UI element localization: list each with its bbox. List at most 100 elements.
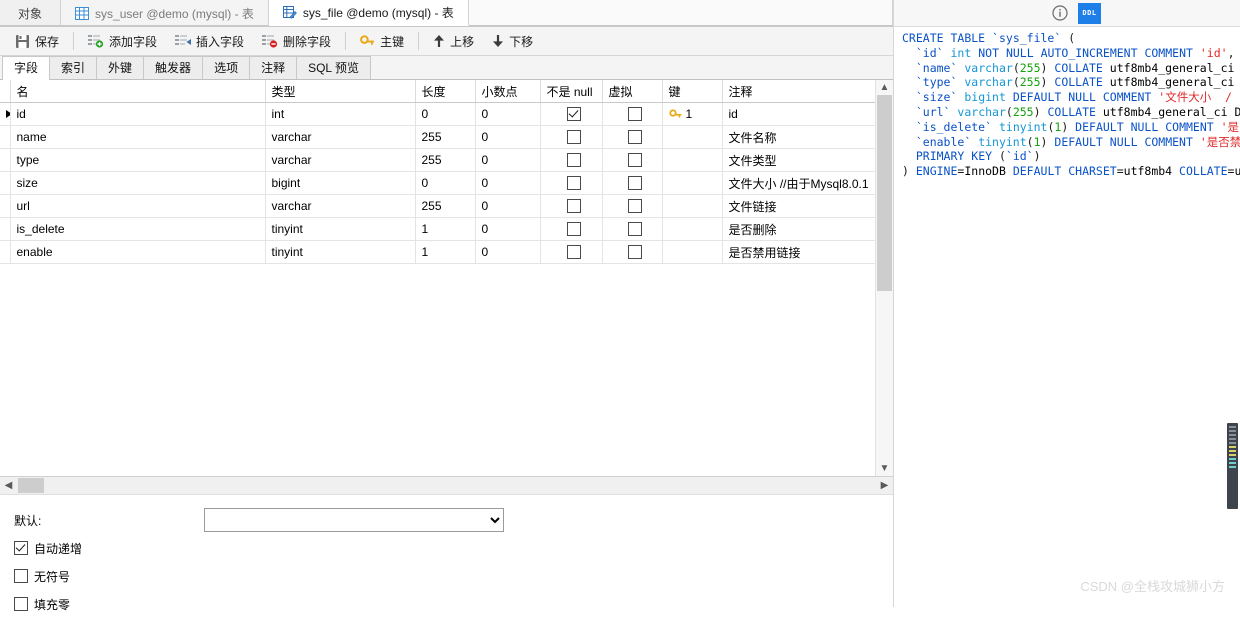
tab-options[interactable]: 选项 (202, 56, 251, 79)
cell-type[interactable]: bigint (265, 171, 416, 195)
cell-not-null[interactable] (540, 125, 603, 149)
cell-length[interactable]: 255 (415, 194, 476, 218)
grid-vscroll-thumb[interactable] (877, 95, 892, 291)
cell-key[interactable]: 1 (662, 102, 723, 126)
cell-length[interactable]: 1 (415, 240, 476, 264)
grid-horizontal-scrollbar[interactable]: ◀ ▶ (0, 477, 893, 495)
header-virtual[interactable]: 虚拟 (602, 80, 663, 103)
cell-not-null[interactable] (540, 240, 603, 264)
table-row[interactable]: url varchar 255 0 文件链接 (0, 194, 876, 218)
virtual-checkbox[interactable] (628, 245, 642, 260)
insert-field-button[interactable]: 插入字段 (166, 29, 253, 53)
unsigned-checkbox[interactable] (14, 569, 28, 583)
cell-virtual[interactable] (602, 102, 663, 126)
tab-comment[interactable]: 注释 (249, 56, 298, 79)
cell-length[interactable]: 0 (415, 171, 476, 195)
cell-key[interactable] (662, 240, 723, 264)
row-indicator[interactable] (0, 217, 11, 241)
header-length[interactable]: 长度 (415, 80, 476, 103)
cell-virtual[interactable] (602, 171, 663, 195)
table-row[interactable]: enable tinyint 1 0 是否禁用链接 (0, 240, 876, 264)
move-down-button[interactable]: 下移 (483, 29, 542, 53)
row-indicator[interactable] (0, 171, 11, 195)
cell-comment[interactable]: 文件大小 //由于Mysql8.0.1 (722, 171, 876, 195)
cell-virtual[interactable] (602, 148, 663, 172)
unsigned-row[interactable]: 无符号 (14, 563, 893, 589)
cell-name[interactable]: id (10, 102, 266, 126)
table-row[interactable]: is_delete tinyint 1 0 是否删除 (0, 217, 876, 241)
auto-increment-row[interactable]: 自动递增 (14, 535, 893, 561)
tab-indexes[interactable]: 索引 (49, 56, 98, 79)
cell-virtual[interactable] (602, 217, 663, 241)
tab-foreign-keys[interactable]: 外键 (96, 56, 145, 79)
virtual-checkbox[interactable] (628, 107, 642, 122)
cell-decimals[interactable]: 0 (475, 194, 541, 218)
cell-name[interactable]: is_delete (10, 217, 266, 241)
primary-key-button[interactable]: 主键 (351, 29, 413, 53)
header-comment[interactable]: 注释 (722, 80, 876, 103)
cell-key[interactable] (662, 171, 723, 195)
header-key[interactable]: 键 (662, 80, 723, 103)
cell-length[interactable]: 255 (415, 148, 476, 172)
not-null-checkbox[interactable] (567, 222, 581, 237)
tab-sql-preview[interactable]: SQL 预览 (296, 56, 371, 79)
tab-sys-file[interactable]: sys_file @demo (mysql) - 表 (268, 0, 469, 26)
cell-type[interactable]: varchar (265, 194, 416, 218)
cell-length[interactable]: 1 (415, 217, 476, 241)
cell-virtual[interactable] (602, 240, 663, 264)
not-null-checkbox[interactable] (567, 245, 581, 260)
row-indicator[interactable] (0, 240, 11, 264)
scroll-left-button[interactable]: ◀ (0, 477, 17, 494)
cell-key[interactable] (662, 148, 723, 172)
header-type[interactable]: 类型 (265, 80, 416, 103)
cell-length[interactable]: 0 (415, 102, 476, 126)
not-null-checkbox[interactable] (567, 107, 581, 122)
cell-name[interactable]: enable (10, 240, 266, 264)
default-value-select[interactable] (204, 508, 504, 532)
scroll-down-button[interactable]: ▼ (876, 461, 893, 476)
cell-key[interactable] (662, 194, 723, 218)
cell-not-null[interactable] (540, 102, 603, 126)
cell-type[interactable]: tinyint (265, 240, 416, 264)
row-indicator[interactable] (0, 125, 11, 149)
virtual-checkbox[interactable] (628, 199, 642, 214)
tab-objects[interactable]: 对象 (0, 0, 62, 26)
cell-key[interactable] (662, 217, 723, 241)
tab-sys-user[interactable]: sys_user @demo (mysql) - 表 (61, 0, 269, 26)
tab-fields[interactable]: 字段 (2, 56, 51, 80)
cell-decimals[interactable]: 0 (475, 240, 541, 264)
row-indicator[interactable] (0, 148, 11, 172)
ddl-toggle-button[interactable]: DDL (1078, 2, 1101, 24)
virtual-checkbox[interactable] (628, 153, 642, 168)
cell-not-null[interactable] (540, 194, 603, 218)
table-row[interactable]: name varchar 255 0 文件名称 (0, 125, 876, 149)
cell-type[interactable]: varchar (265, 148, 416, 172)
cell-comment[interactable]: 文件类型 (722, 148, 876, 172)
cell-comment[interactable]: id (722, 102, 876, 126)
zerofill-checkbox[interactable] (14, 597, 28, 611)
info-icon[interactable] (1052, 5, 1068, 21)
not-null-checkbox[interactable] (567, 153, 581, 168)
cell-key[interactable] (662, 125, 723, 149)
cell-decimals[interactable]: 0 (475, 171, 541, 195)
header-not-null[interactable]: 不是 null (540, 80, 603, 103)
cell-type[interactable]: varchar (265, 125, 416, 149)
table-row[interactable]: type varchar 255 0 文件类型 (0, 148, 876, 172)
virtual-checkbox[interactable] (628, 130, 642, 145)
header-name[interactable]: 名 (10, 80, 266, 103)
table-row[interactable]: size bigint 0 0 文件大小 //由于Mysql8.0.1 (0, 171, 876, 195)
cell-length[interactable]: 255 (415, 125, 476, 149)
cell-type[interactable]: tinyint (265, 217, 416, 241)
header-decimals[interactable]: 小数点 (475, 80, 541, 103)
save-button[interactable]: 保存 (6, 29, 68, 53)
row-indicator[interactable] (0, 194, 11, 218)
cell-name[interactable]: size (10, 171, 266, 195)
cell-decimals[interactable]: 0 (475, 217, 541, 241)
cell-virtual[interactable] (602, 125, 663, 149)
row-indicator[interactable] (0, 102, 11, 126)
cell-comment[interactable]: 是否禁用链接 (722, 240, 876, 264)
scroll-up-button[interactable]: ▲ (876, 80, 893, 95)
auto-increment-checkbox[interactable] (14, 541, 28, 555)
table-row[interactable]: id int 0 0 1 id (0, 102, 876, 126)
zerofill-row[interactable]: 填充零 (14, 591, 893, 617)
